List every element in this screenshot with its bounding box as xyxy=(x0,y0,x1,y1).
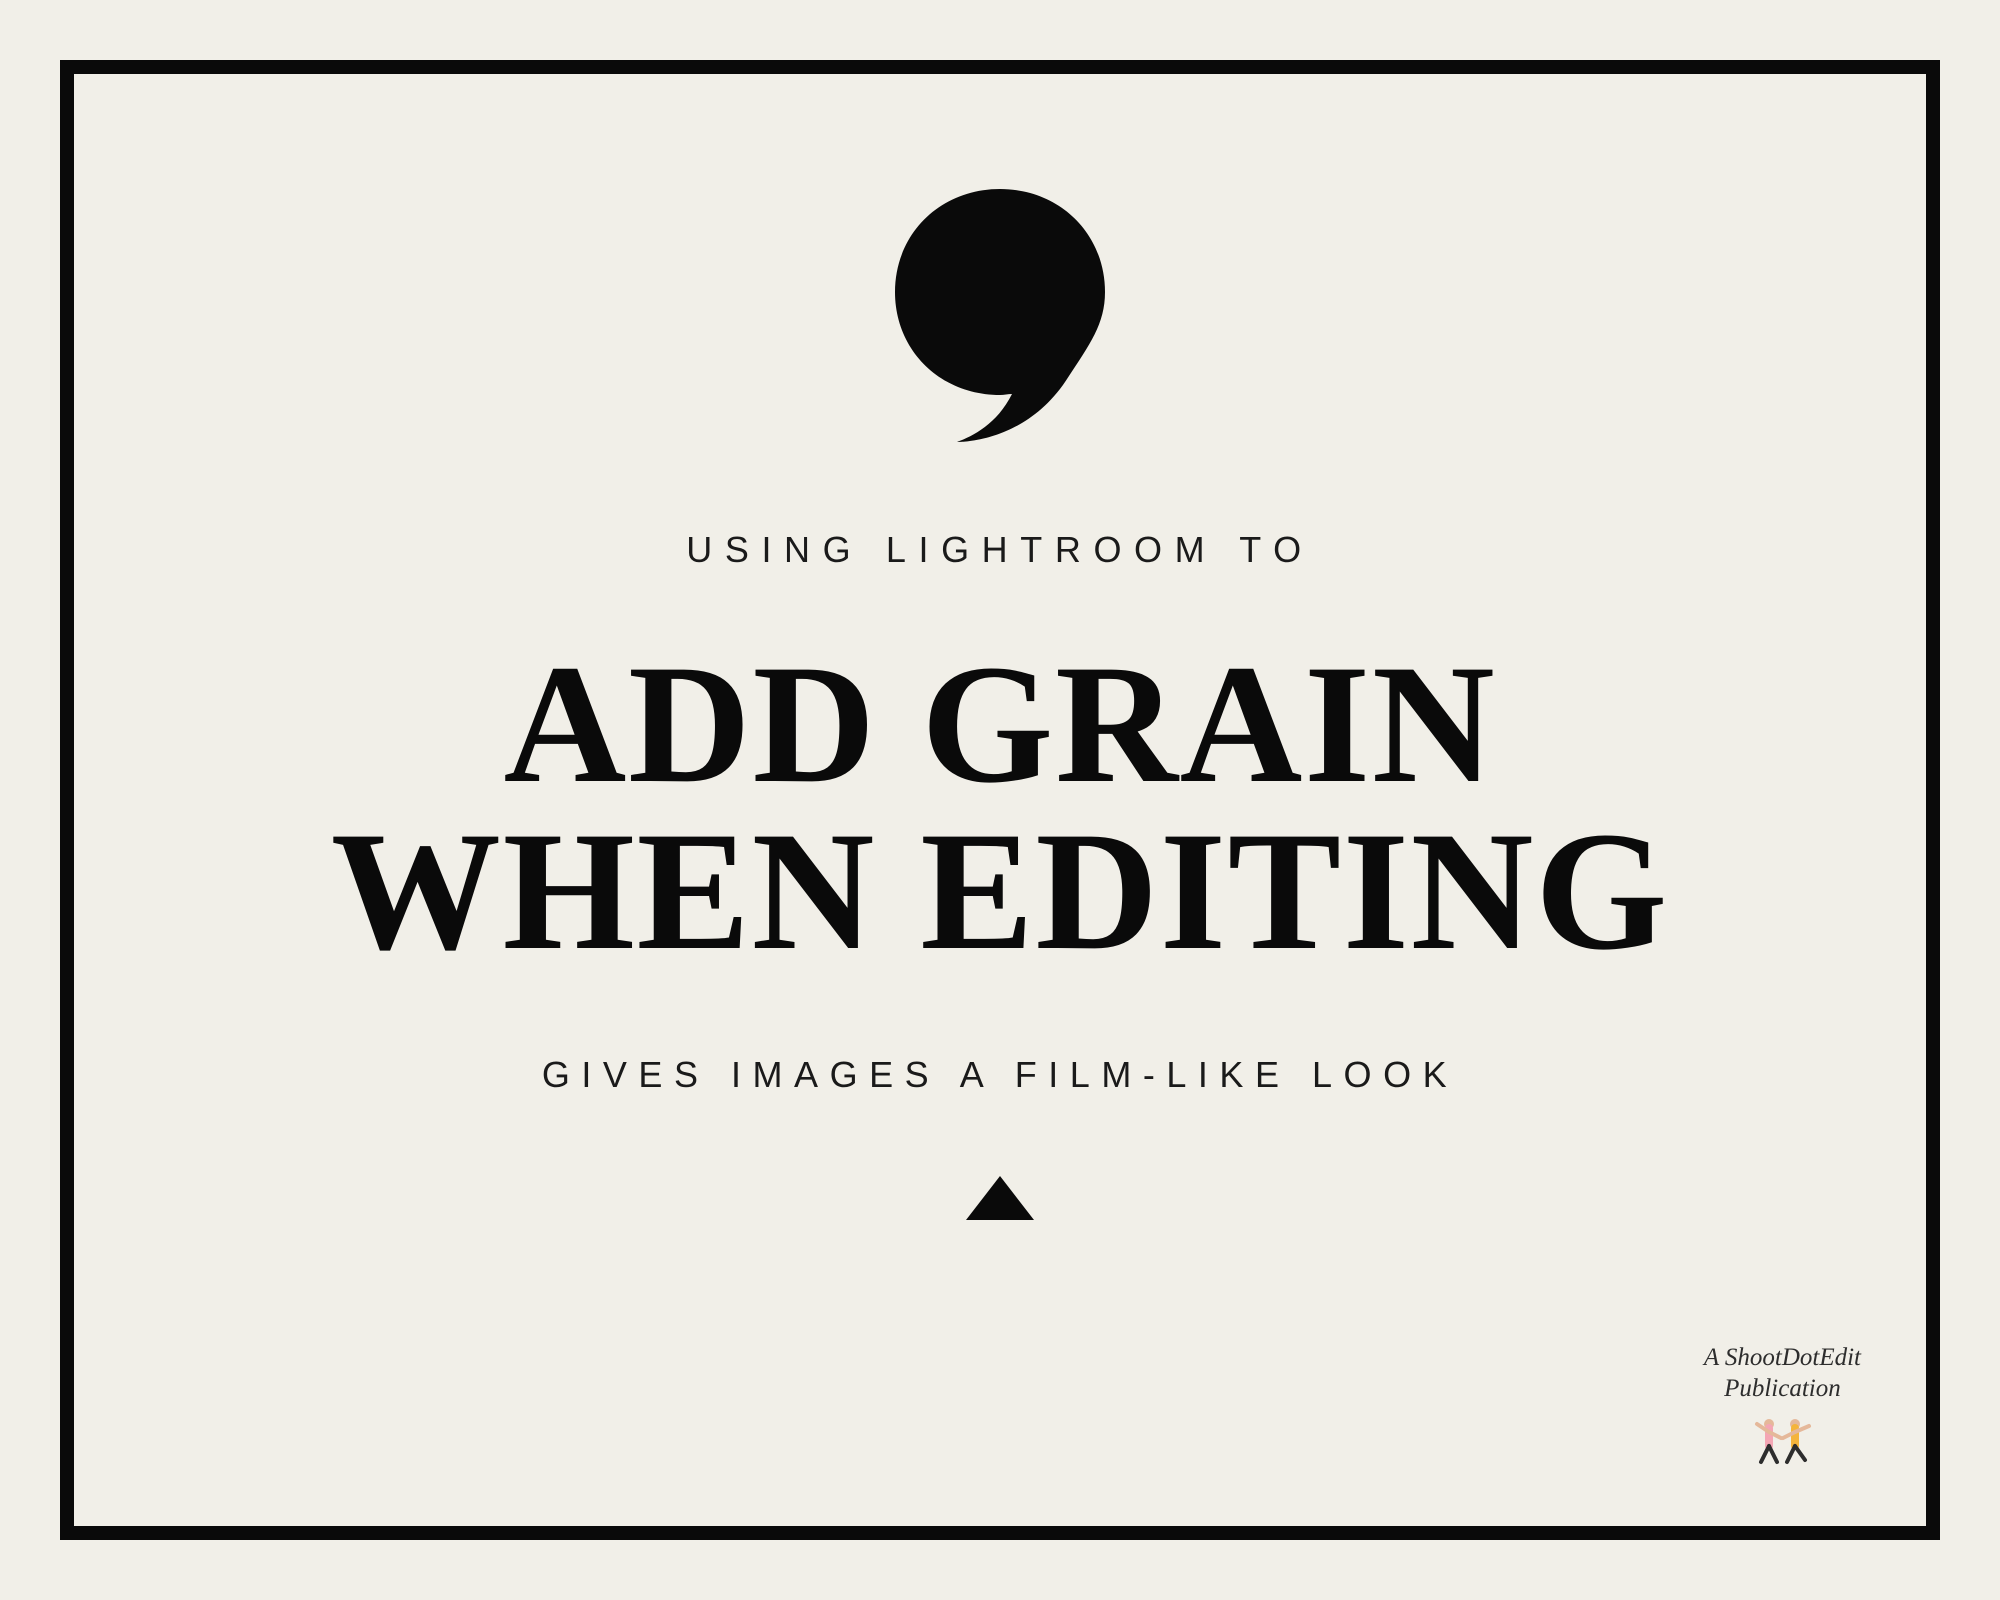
headline-line-2: WHEN EDITING xyxy=(331,808,1669,975)
headline-line-1: ADD GRAIN xyxy=(331,641,1669,808)
poster-frame: USING LIGHTROOM TO ADD GRAIN WHEN EDITIN… xyxy=(60,60,1940,1540)
headline: ADD GRAIN WHEN EDITING xyxy=(331,641,1669,974)
triangle-up-icon xyxy=(966,1176,1034,1220)
poster-canvas: USING LIGHTROOM TO ADD GRAIN WHEN EDITIN… xyxy=(0,0,2000,1600)
dancing-figures-icon xyxy=(1747,1416,1817,1471)
kicker-text: USING LIGHTROOM TO xyxy=(686,529,1314,571)
credit-line-2: Publication xyxy=(1704,1373,1861,1404)
credit-text: A ShootDotEdit Publication xyxy=(1704,1342,1861,1405)
credit-line-1: A ShootDotEdit xyxy=(1704,1342,1861,1373)
tagline-text: GIVES IMAGES A FILM-LIKE LOOK xyxy=(542,1054,1458,1096)
quote-mark-icon xyxy=(885,184,1115,444)
credit-block: A ShootDotEdit Publication xyxy=(1704,1342,1861,1472)
